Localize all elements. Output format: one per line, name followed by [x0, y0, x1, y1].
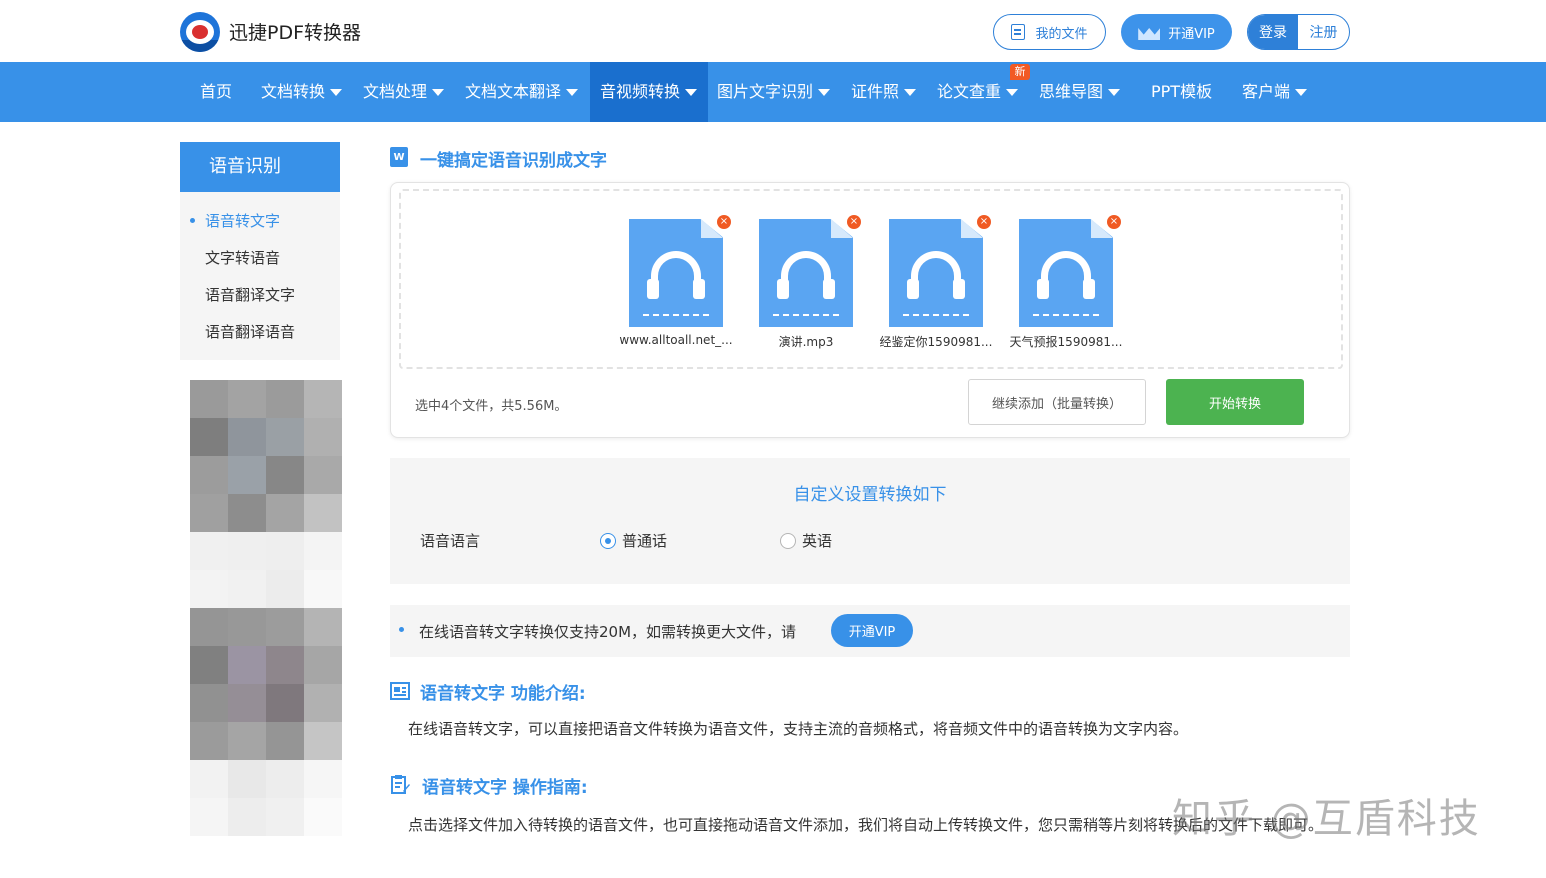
nav-label: PPT模板 [1151, 82, 1213, 101]
start-convert-button[interactable]: 开始转换 [1166, 379, 1304, 425]
notice-text: 在线语音转文字转换仅支持20M，如需转换更大文件，请 [419, 623, 797, 641]
upload-panel: × www.alltoall.net_... × 演讲.mp3 × 经鉴定你15… [390, 182, 1350, 438]
remove-file-icon[interactable]: × [977, 215, 991, 229]
caret-down-icon [566, 89, 579, 96]
document-icon [1011, 24, 1026, 40]
nav-item-home[interactable]: 首页 [200, 62, 232, 122]
page-title: 一键搞定语音识别成文字 [420, 151, 607, 171]
nav-label: 文档文本翻译 [465, 82, 562, 101]
register-button[interactable]: 注册 [1298, 15, 1349, 49]
bullet-icon [399, 627, 404, 632]
nav-label: 首页 [200, 82, 233, 101]
radio-mandarin[interactable]: 普通话 [600, 530, 667, 551]
file-name: www.alltoall.net_... [619, 333, 733, 347]
remove-file-icon[interactable]: × [717, 215, 731, 229]
caret-down-icon [904, 89, 917, 96]
file-name: 经鉴定你1590981... [879, 335, 993, 349]
intro-text: 在线语音转文字，可以直接把语音文件转换为语音文件，支持主流的音频格式，将音频文件… [408, 720, 1189, 738]
brand-name[interactable]: 迅捷PDF转换器 [229, 18, 361, 45]
caret-down-icon [1295, 89, 1308, 96]
vip-label: 开通VIP [1168, 26, 1215, 42]
radio-english[interactable]: 英语 [780, 530, 832, 551]
selection-info: 选中4个文件，共5.56M。 [415, 399, 568, 414]
nav-item-av-convert[interactable]: 音视频转换 [590, 62, 708, 122]
new-badge: 新 [1010, 64, 1030, 80]
nav-item-mindmap[interactable]: 思维导图 [1039, 62, 1121, 122]
active-dot-icon [190, 218, 195, 223]
caret-down-icon [1108, 89, 1121, 96]
caret-down-icon [818, 89, 831, 96]
nav-item-doc-translate[interactable]: 文档文本翻译 [465, 62, 579, 122]
radio-label: 英语 [802, 532, 833, 550]
top-bar: 迅捷PDF转换器 我的文件 开通VIP 登录 注册 [0, 0, 1546, 62]
remove-file-icon[interactable]: × [1107, 215, 1121, 229]
radio-checked-icon [600, 532, 616, 549]
notice-vip-button[interactable]: 开通VIP [831, 614, 913, 647]
size-notice: 在线语音转文字转换仅支持20M，如需转换更大文件，请 开通VIP [390, 605, 1350, 657]
my-files-button[interactable]: 我的文件 [993, 14, 1106, 50]
sidebar-item-speech-to-text[interactable]: 语音转文字 [205, 210, 280, 231]
remove-file-icon[interactable]: × [847, 215, 861, 229]
nav-label: 客户端 [1242, 82, 1291, 101]
radio-unchecked-icon [780, 532, 796, 549]
nav-label: 思维导图 [1039, 82, 1104, 101]
nav-item-doc-process[interactable]: 文档处理 [363, 62, 445, 122]
nav-label: 文档转换 [261, 82, 326, 101]
guide-title: 语音转文字 操作指南: [422, 778, 588, 798]
language-label: 语音语言 [420, 532, 481, 550]
main-nav: 首页 文档转换 文档处理 文档文本翻译 音视频转换 图片文字识别 证件照 论文查… [0, 62, 1546, 122]
nav-item-id-photo[interactable]: 证件照 [851, 62, 917, 122]
sidebar-title: 语音识别 [180, 142, 340, 192]
sidebar-menu: 语音转文字 文字转语音 语音翻译文字 语音翻译语音 [180, 192, 340, 360]
nav-item-ocr[interactable]: 图片文字识别 [717, 62, 831, 122]
my-files-label: 我的文件 [1035, 26, 1088, 42]
nav-label: 图片文字识别 [717, 82, 814, 101]
caret-down-icon [432, 89, 445, 96]
login-button[interactable]: 登录 [1248, 15, 1298, 49]
brand-logo-icon[interactable] [180, 12, 220, 52]
caret-down-icon [330, 89, 343, 96]
file-name: 演讲.mp3 [778, 335, 834, 349]
nav-item-client[interactable]: 客户端 [1242, 62, 1308, 122]
sidebar-item-text-to-speech[interactable]: 文字转语音 [205, 247, 280, 268]
file-dropzone[interactable]: × www.alltoall.net_... × 演讲.mp3 × 经鉴定你15… [399, 189, 1343, 369]
nav-item-ppt[interactable]: PPT模板 [1151, 62, 1212, 122]
nav-item-doc-convert[interactable]: 文档转换 [261, 62, 343, 122]
guide-icon [391, 775, 410, 794]
file-name: 天气预报1590981... [1009, 335, 1123, 349]
nav-label: 论文查重 [937, 82, 1002, 101]
word-doc-icon: W [390, 147, 408, 167]
settings-title: 自定义设置转换如下 [793, 485, 947, 505]
nav-label: 音视频转换 [600, 82, 681, 101]
caret-down-icon [1006, 89, 1019, 96]
watermark: 知乎 @互盾科技 [1172, 796, 1481, 842]
add-more-files-button[interactable]: 继续添加（批量转换） [968, 379, 1146, 425]
auth-group: 登录 注册 [1247, 14, 1350, 50]
sidebar-item-speech-translate-text[interactable]: 语音翻译文字 [205, 284, 295, 305]
radio-label: 普通话 [622, 532, 668, 550]
pixelated-ad-image [190, 380, 342, 836]
caret-down-icon [685, 89, 698, 96]
settings-panel: 自定义设置转换如下 语音语言 普通话 英语 [390, 458, 1350, 584]
intro-title: 语音转文字 功能介绍: [420, 684, 586, 704]
crown-icon [1138, 24, 1160, 40]
intro-icon [390, 682, 410, 700]
sidebar-item-speech-translate-speech[interactable]: 语音翻译语音 [205, 321, 295, 342]
nav-label: 文档处理 [363, 82, 428, 101]
vip-button[interactable]: 开通VIP [1121, 14, 1232, 50]
nav-item-plagiarism[interactable]: 论文查重 [937, 62, 1019, 122]
nav-label: 证件照 [851, 82, 900, 101]
